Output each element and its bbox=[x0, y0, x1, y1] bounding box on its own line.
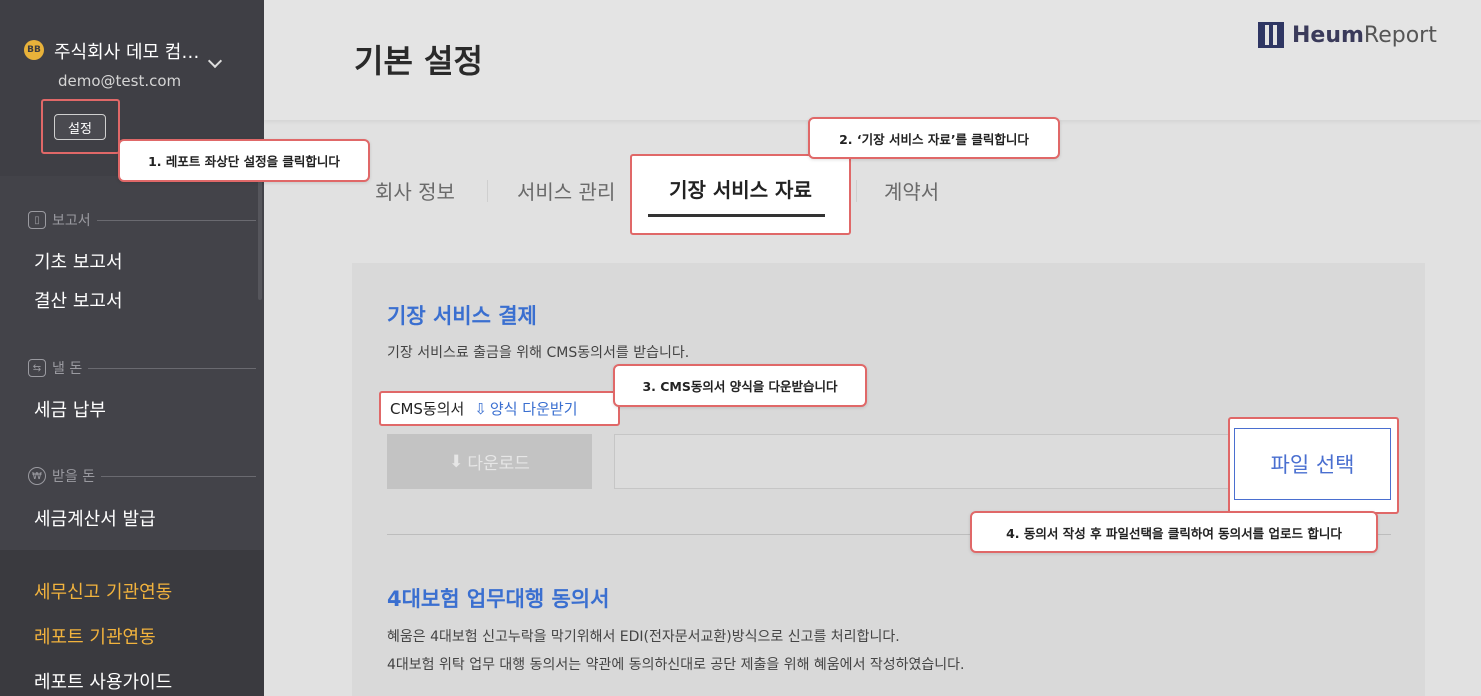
section-title: 낼 돈 bbox=[52, 361, 83, 377]
section-divider bbox=[96, 219, 256, 221]
company-logo-icon: BB bbox=[24, 40, 44, 60]
section-divider bbox=[101, 475, 256, 477]
download-button[interactable]: ⬇ 다운로드 bbox=[387, 434, 592, 489]
download-icon: ⇩ bbox=[474, 399, 487, 418]
callout-step1: 1. 레포트 좌상단 설정을 클릭합니다 bbox=[118, 139, 370, 182]
callout-step3: 3. CMS동의서 양식을 다운받습니다 bbox=[613, 364, 867, 407]
sidebar-link-user-guide[interactable]: 레포트 사용가이드 bbox=[34, 668, 172, 694]
insurance-description-line2: 4대보험 위탁 업무 대행 동의서는 약관에 동의하신대로 공단 제출을 위해 … bbox=[387, 657, 965, 673]
template-download-link[interactable]: ⇩ 양식 다운받기 bbox=[474, 398, 577, 419]
section-divider bbox=[88, 367, 256, 369]
section-header-report: ▯ 보고서 bbox=[28, 210, 256, 230]
sidebar-link-tax-agency[interactable]: 세무신고 기관연동 bbox=[34, 578, 172, 604]
download-arrow-icon: ⬇ bbox=[449, 451, 464, 472]
cms-label: CMS동의서 bbox=[390, 400, 465, 418]
sidebar-item-tax-payment[interactable]: 세금 납부 bbox=[34, 396, 106, 422]
page-header: 기본 설정 HeumReport bbox=[264, 0, 1481, 120]
brand-logo: HeumReport bbox=[1258, 22, 1437, 48]
page-title: 기본 설정 bbox=[354, 42, 483, 80]
tab-service-management[interactable]: 서비스 관리 bbox=[517, 176, 615, 205]
callout-step4: 4. 동의서 작성 후 파일선택을 클릭하여 동의서를 업로드 합니다 bbox=[970, 511, 1378, 553]
file-select-highlight: 파일 선택 bbox=[1228, 417, 1399, 514]
won-coin-icon: ₩ bbox=[28, 467, 46, 485]
download-label: 다운로드 bbox=[467, 454, 530, 474]
section-title: 받을 돈 bbox=[52, 469, 96, 485]
report-icon: ▯ bbox=[28, 211, 46, 229]
template-download-label: 양식 다운받기 bbox=[489, 400, 578, 418]
brand-name: HeumReport bbox=[1292, 22, 1437, 48]
section-header-pay: ⇆ 낼 돈 bbox=[28, 358, 256, 378]
sidebar-link-report-agency[interactable]: 레포트 기관연동 bbox=[34, 623, 156, 649]
account-email: demo@test.com bbox=[58, 72, 182, 90]
section-title-insurance-consent: 4대보험 업무대행 동의서 bbox=[387, 587, 610, 611]
tab-contract[interactable]: 계약서 bbox=[884, 176, 939, 205]
cms-consent-row: CMS동의서 ⇩ 양식 다운받기 bbox=[379, 391, 620, 426]
file-name-field[interactable] bbox=[614, 434, 1234, 489]
section-title-bookkeeping-payment: 기장 서비스 결제 bbox=[387, 304, 537, 328]
sidebar-item-basic-report[interactable]: 기초 보고서 bbox=[34, 248, 123, 274]
heum-logo-icon bbox=[1258, 22, 1284, 48]
active-tab-underline bbox=[648, 214, 825, 217]
section-title: 보고서 bbox=[52, 213, 91, 229]
sidebar-item-closing-report[interactable]: 결산 보고서 bbox=[34, 287, 123, 313]
tab-label: 기장 서비스 자료 bbox=[669, 178, 812, 202]
company-name[interactable]: 주식회사 데모 컴… bbox=[54, 38, 199, 64]
sidebar-item-tax-invoice[interactable]: 세금계산서 발급 bbox=[34, 505, 156, 531]
tab-company-info[interactable]: 회사 정보 bbox=[375, 176, 455, 205]
section-description: 기장 서비스료 출금을 위해 CMS동의서를 받습니다. bbox=[387, 345, 690, 361]
sidebar: BB 주식회사 데모 컴… demo@test.com 설정 ▯ 보고서 기초 … bbox=[0, 0, 264, 696]
sidebar-scrollbar[interactable] bbox=[258, 180, 262, 300]
tab-divider bbox=[856, 180, 857, 202]
callout-step2: 2. ‘기장 서비스 자료’를 클릭합니다 bbox=[808, 117, 1060, 159]
tab-divider bbox=[487, 180, 488, 202]
tab-bookkeeping-materials[interactable]: 기장 서비스 자료 bbox=[630, 154, 851, 235]
insurance-description-line1: 혜움은 4대보험 신고누락을 막기위해서 EDI(전자문서교환)방식으로 신고를… bbox=[387, 629, 900, 645]
file-select-button[interactable]: 파일 선택 bbox=[1234, 428, 1391, 500]
section-header-receive: ₩ 받을 돈 bbox=[28, 466, 256, 486]
transfer-icon: ⇆ bbox=[28, 359, 46, 377]
settings-highlight bbox=[41, 99, 120, 154]
